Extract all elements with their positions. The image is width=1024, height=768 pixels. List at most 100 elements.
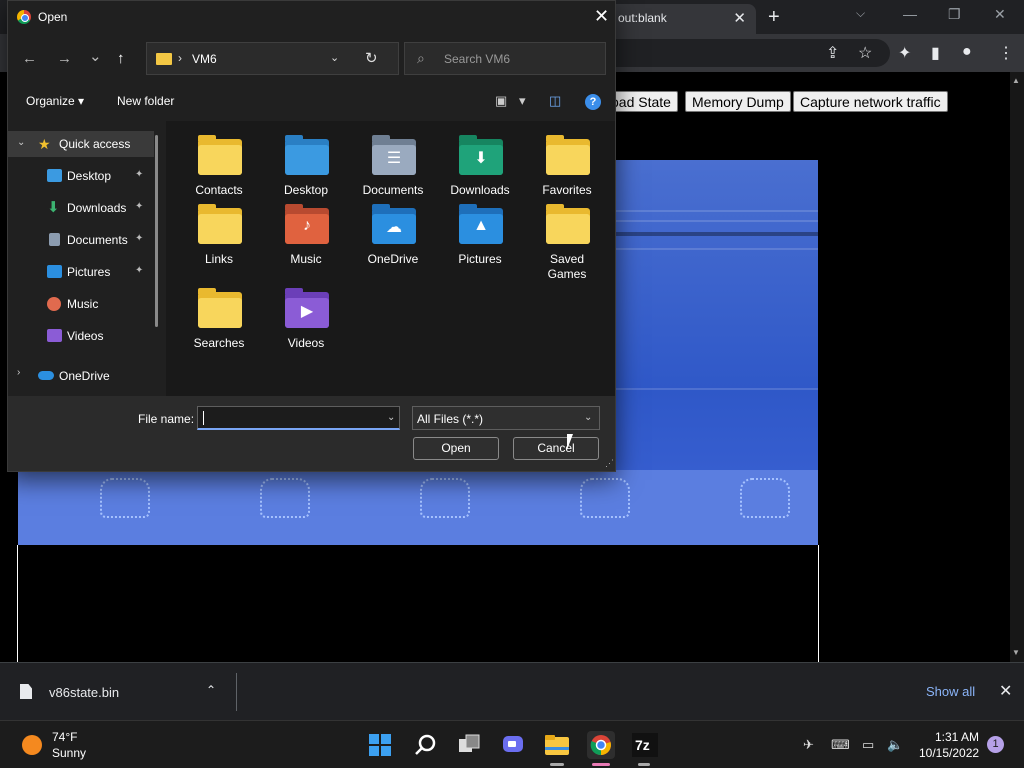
weather-condition[interactable]: Sunny (52, 746, 86, 760)
scroll-up-icon[interactable]: ▲ (1012, 76, 1020, 85)
dialog-titlebar[interactable]: Open ✕ (8, 1, 615, 33)
keyboard-icon[interactable]: ⌨ (831, 737, 850, 753)
up-folder-icon[interactable]: ↑ (117, 50, 125, 67)
extensions-icon[interactable]: ✦ (898, 43, 911, 63)
7zip-taskbar-button[interactable]: 7z (631, 731, 659, 759)
folder-searches[interactable]: Searches (179, 284, 259, 350)
tab-title: out:blank (618, 11, 667, 25)
folder-downloads[interactable]: ⬇ Downloads (440, 131, 520, 197)
tab-close-icon[interactable]: ✕ (733, 9, 746, 27)
screen: out:blank ✕ + ⌵ — ❐ ✕ ⇪ ☆ ✦ ▮ ● ⋮ oad St… (0, 0, 1024, 768)
nav-scrollbar[interactable] (155, 135, 158, 327)
weather-temperature[interactable]: 74°F (52, 730, 77, 744)
sun-icon[interactable] (22, 735, 42, 755)
folder-links[interactable]: Links (179, 200, 259, 266)
text-caret (203, 411, 204, 425)
start-button[interactable] (366, 731, 394, 759)
page-scrollbar[interactable]: ▲ ▼ (1010, 72, 1024, 662)
file-explorer-button[interactable] (543, 731, 571, 759)
refresh-icon[interactable]: ↻ (365, 49, 378, 67)
memory-dump-button[interactable]: Memory Dump (685, 91, 791, 112)
chevron-down-icon[interactable]: ⌄ (17, 137, 25, 148)
back-icon[interactable]: ← (22, 50, 37, 67)
folder-contacts[interactable]: Contacts (179, 131, 259, 197)
nav-item-downloads[interactable]: ⬇ Downloads ✦ (8, 195, 154, 221)
chevron-up-icon[interactable]: ⌃ (206, 683, 216, 697)
nav-item-desktop[interactable]: Desktop ✦ (8, 163, 154, 189)
vm-android-figure (260, 478, 310, 518)
teams-chat-button[interactable] (499, 731, 527, 759)
file-explorer-icon (545, 735, 569, 755)
share-icon[interactable]: ⇪ (826, 43, 839, 63)
show-all-link[interactable]: Show all (926, 684, 975, 699)
open-button[interactable]: Open (413, 437, 499, 460)
menu-icon[interactable]: ⋮ (998, 43, 1014, 63)
file-name-input[interactable] (197, 406, 400, 430)
nav-item-music[interactable]: Music (8, 291, 154, 317)
help-icon[interactable]: ? (585, 94, 601, 110)
folder-videos[interactable]: ▶ Videos (266, 284, 346, 350)
folder-onedrive[interactable]: ☁ OneDrive (353, 200, 433, 266)
breadcrumb-vm6[interactable]: VM6 (192, 52, 217, 66)
resize-grip-icon[interactable]: ⋰ (605, 458, 614, 469)
notification-badge[interactable]: 1 (987, 736, 1004, 753)
side-panel-icon[interactable]: ▮ (931, 43, 940, 63)
volume-icon[interactable]: 🔈 (887, 737, 903, 753)
chevron-down-icon[interactable]: ⌄ (387, 412, 395, 423)
onedrive-icon (38, 371, 54, 380)
profile-icon[interactable]: ● (962, 43, 972, 61)
network-icon[interactable]: ▭ (862, 737, 874, 753)
clock-date[interactable]: 10/15/2022 (919, 746, 979, 760)
app-running-indicator (638, 763, 650, 766)
folder-icon (156, 53, 172, 65)
search-icon (415, 734, 436, 755)
chevron-down-icon[interactable]: ⌄ (330, 51, 339, 64)
tab-search-icon[interactable]: ⌵ (856, 6, 865, 21)
minimize-icon[interactable]: — (903, 6, 917, 22)
chevron-right-icon[interactable]: › (17, 367, 20, 378)
nav-item-quick-access[interactable]: ⌄ ★ Quick access (8, 131, 154, 157)
new-folder-button[interactable]: New folder (117, 94, 174, 108)
address-box[interactable]: › VM6 ⌄ ↻ (146, 42, 399, 75)
file-type-select[interactable]: All Files (*.*) ⌄ (412, 406, 600, 430)
download-file-name[interactable]: v86state.bin (49, 685, 119, 700)
folder-saved-games[interactable]: Saved Games (527, 200, 607, 281)
folder-label: Videos (287, 336, 325, 350)
organize-button[interactable]: Organize ▾ (26, 94, 84, 108)
search-taskbar-button[interactable] (411, 731, 439, 759)
nav-item-videos[interactable]: Videos (8, 323, 154, 349)
nav-item-documents[interactable]: Documents ✦ (8, 227, 154, 253)
dialog-close-icon[interactable]: ✕ (594, 6, 609, 27)
task-view-button[interactable] (455, 731, 483, 759)
cancel-button[interactable]: Cancel (513, 437, 599, 460)
search-icon: ⌕ (417, 50, 425, 66)
bookmark-star-icon[interactable]: ☆ (858, 43, 872, 63)
nav-label: Pictures (67, 265, 111, 279)
forward-icon[interactable]: → (57, 50, 72, 67)
download-bar-close-icon[interactable]: ✕ (999, 681, 1012, 701)
address-bar[interactable] (600, 39, 890, 67)
nav-item-onedrive[interactable]: › OneDrive (8, 363, 154, 389)
recent-locations-icon[interactable]: ⌄ (89, 47, 102, 65)
folder-pictures[interactable]: ▲ Pictures (440, 200, 520, 266)
folder-music[interactable]: ♪ Music (266, 200, 346, 266)
view-dropdown-icon[interactable]: ▾ (519, 93, 526, 109)
tab-about-blank[interactable]: out:blank ✕ (606, 4, 756, 34)
airplane-icon[interactable]: ✈ (803, 737, 814, 753)
clock-time[interactable]: 1:31 AM (935, 730, 979, 744)
search-input[interactable]: ⌕ Search VM6 (404, 42, 606, 75)
scroll-down-icon[interactable]: ▼ (1012, 648, 1020, 657)
folder-desktop[interactable]: Desktop (266, 131, 346, 197)
folder-favorites[interactable]: Favorites (527, 131, 607, 197)
window-close-icon[interactable]: ✕ (994, 6, 1006, 23)
capture-network-traffic-button[interactable]: Capture network traffic (793, 91, 948, 112)
new-tab-button[interactable]: + (768, 6, 780, 29)
chrome-taskbar-button[interactable] (587, 731, 615, 759)
chat-icon (503, 736, 523, 752)
preview-pane-icon[interactable]: ◫ (549, 93, 561, 109)
restore-icon[interactable]: ❐ (948, 6, 961, 23)
nav-item-pictures[interactable]: Pictures ✦ (8, 259, 154, 285)
view-icon[interactable]: ▣ (495, 93, 507, 109)
folder-documents[interactable]: ☰ Documents (353, 131, 433, 197)
navigation-pane: ⌄ ★ Quick access Desktop ✦ ⬇ Downloads ✦… (8, 121, 166, 396)
